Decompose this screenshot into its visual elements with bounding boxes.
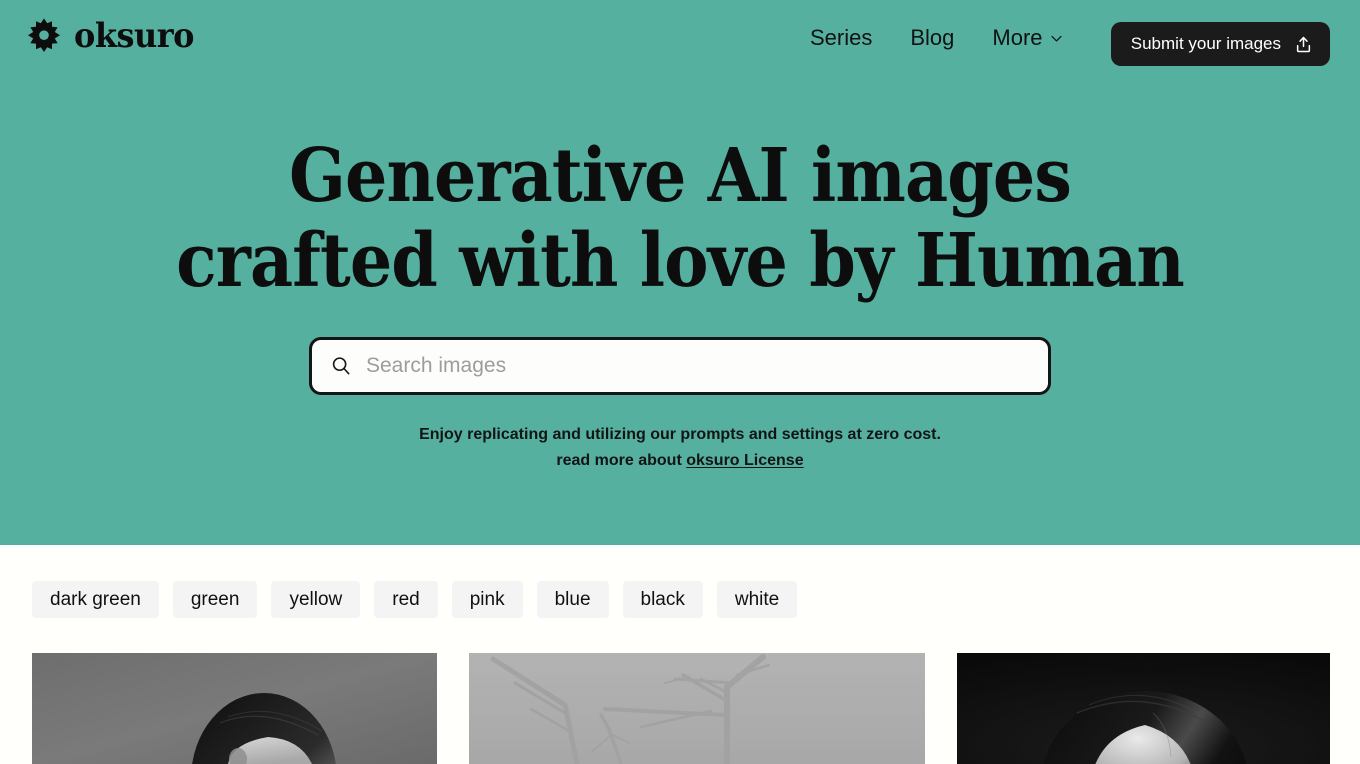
nav-link-series[interactable]: Series — [810, 24, 872, 52]
gallery-item-2[interactable] — [469, 653, 925, 764]
nav-link-blog-label: Blog — [910, 25, 955, 50]
upload-icon — [1296, 36, 1311, 52]
filter-tag-white[interactable]: white — [716, 581, 798, 618]
tagline-line-1: Enjoy replicating and utilizing our prom… — [419, 426, 941, 443]
gallery-item-1[interactable] — [32, 653, 437, 764]
top-navigation: oksuro Series Blog More Submit your imag… — [0, 0, 1360, 88]
nav-link-series-label: Series — [810, 25, 873, 50]
chevron-down-icon — [1050, 35, 1062, 42]
image-gallery — [32, 653, 1330, 764]
filter-tag-green[interactable]: green — [172, 581, 258, 618]
headline-line-1: Generative AI images — [289, 133, 1072, 219]
filter-tag-blue[interactable]: blue — [536, 581, 609, 618]
filter-tag-black[interactable]: black — [622, 581, 703, 618]
gallery-item-3[interactable] — [957, 653, 1330, 764]
brand-name: oksuro — [74, 16, 195, 56]
gallery-image-portrait-black — [957, 653, 1330, 764]
filter-tag-red[interactable]: red — [374, 581, 438, 618]
nav-link-blog[interactable]: Blog — [910, 24, 954, 52]
tagline-line-2-prefix: read more about — [556, 452, 687, 469]
oksuro-license-link[interactable]: oksuro License — [686, 452, 803, 469]
page-title: Generative AI images crafted with love b… — [0, 134, 1360, 304]
filter-tag-yellow[interactable]: yellow — [271, 581, 361, 618]
hero-tagline: Enjoy replicating and utilizing our prom… — [0, 423, 1360, 473]
brand-logo[interactable]: oksuro — [24, 16, 202, 56]
search-input[interactable] — [366, 354, 1030, 378]
tagline-line-2: read more about oksuro License — [0, 449, 1360, 473]
headline-line-2: crafted with love by Human — [176, 218, 1185, 304]
gallery-image-foggy-branches — [469, 653, 925, 764]
gear-icon — [28, 18, 60, 52]
nav-link-more[interactable]: More — [992, 24, 1062, 52]
hero-section: oksuro Series Blog More Submit your imag… — [0, 0, 1360, 545]
search-icon — [332, 357, 350, 375]
submit-button-label: Submit your images — [1130, 34, 1281, 53]
filter-tag-pink[interactable]: pink — [451, 581, 523, 618]
gallery-image-portrait-gray — [32, 653, 437, 764]
search-bar[interactable] — [309, 337, 1051, 395]
filter-tag-dark-green[interactable]: dark green — [32, 581, 159, 618]
submit-your-images-button[interactable]: Submit your images — [1110, 22, 1330, 66]
nav-links: Series Blog More — [810, 24, 1063, 52]
nav-link-more-label: More — [992, 25, 1043, 50]
color-filter-tags: dark green green yellow red pink blue bl… — [32, 581, 798, 618]
